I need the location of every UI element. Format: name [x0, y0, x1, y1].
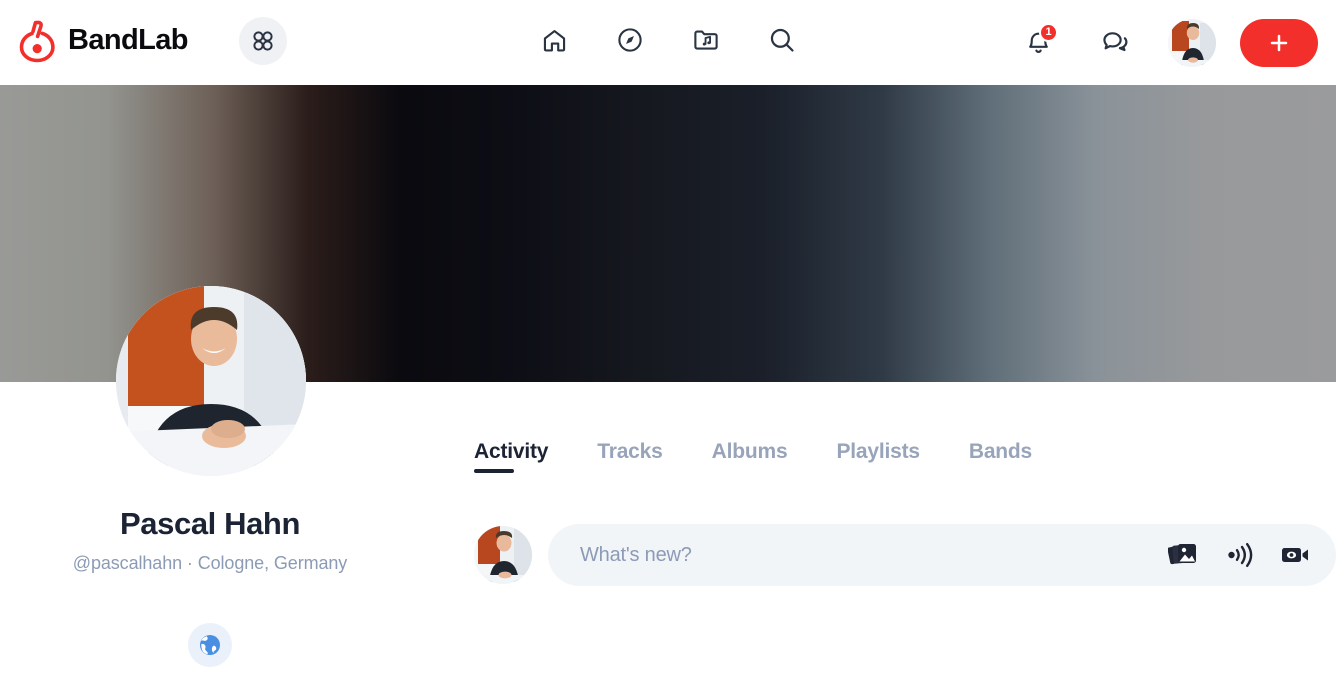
search-icon	[768, 26, 796, 54]
composer-placeholder: What's new?	[580, 543, 692, 566]
home-icon	[541, 27, 568, 54]
bandlab-profile-page: BandLab 1 Pascal Hahn @pascalhahn · Colo…	[0, 0, 1336, 693]
grid-apps-icon	[252, 30, 274, 52]
tab-activity[interactable]: Activity	[474, 440, 548, 480]
composer-avatar[interactable]	[474, 526, 532, 584]
messages-button[interactable]	[1090, 17, 1142, 69]
profile-info: Pascal Hahn @pascalhahn · Cologne, Germa…	[0, 505, 420, 574]
add-video-button[interactable]	[1278, 538, 1312, 572]
profile-tabs: Activity Tracks Albums Playlists Bands	[474, 440, 1032, 480]
app-header: BandLab 1	[0, 0, 1336, 85]
nav-home-button[interactable]	[528, 14, 580, 66]
brand-logo-link[interactable]: BandLab	[18, 18, 188, 63]
add-audio-button[interactable]	[1222, 538, 1256, 572]
post-composer: What's new?	[474, 524, 1336, 586]
create-button[interactable]	[1240, 18, 1318, 67]
notification-badge: 1	[1039, 22, 1058, 42]
plus-icon	[1267, 31, 1291, 55]
nav-search-button[interactable]	[756, 14, 808, 66]
profile-name: Pascal Hahn	[120, 506, 300, 541]
tab-tracks[interactable]: Tracks	[597, 440, 663, 480]
profile-website-link[interactable]	[188, 623, 232, 667]
nav-library-button[interactable]	[680, 14, 732, 66]
apps-grid-button[interactable]	[239, 17, 287, 65]
video-camera-icon	[1280, 543, 1310, 567]
tab-albums[interactable]: Albums	[712, 440, 788, 480]
notifications-button[interactable]: 1	[1012, 17, 1064, 69]
compass-icon	[616, 26, 644, 54]
photo-stack-icon	[1168, 542, 1198, 568]
composer-actions	[1166, 538, 1312, 572]
globe-icon	[198, 633, 222, 657]
composer-input[interactable]: What's new?	[548, 524, 1336, 586]
account-avatar[interactable]	[1168, 18, 1216, 67]
add-image-button[interactable]	[1166, 538, 1200, 572]
profile-handle-location: @pascalhahn · Cologne, Germany	[72, 552, 348, 573]
profile-avatar[interactable]	[116, 286, 306, 476]
nav-explore-button[interactable]	[604, 14, 656, 66]
brand-name: BandLab	[68, 24, 188, 56]
tab-playlists[interactable]: Playlists	[836, 440, 920, 480]
chat-bubbles-icon	[1101, 28, 1131, 58]
tab-bands[interactable]: Bands	[969, 440, 1032, 480]
bandlab-logo-icon	[18, 18, 58, 63]
live-audio-icon	[1224, 542, 1254, 568]
header-actions: 1	[1012, 0, 1318, 85]
music-folder-icon	[692, 26, 720, 54]
